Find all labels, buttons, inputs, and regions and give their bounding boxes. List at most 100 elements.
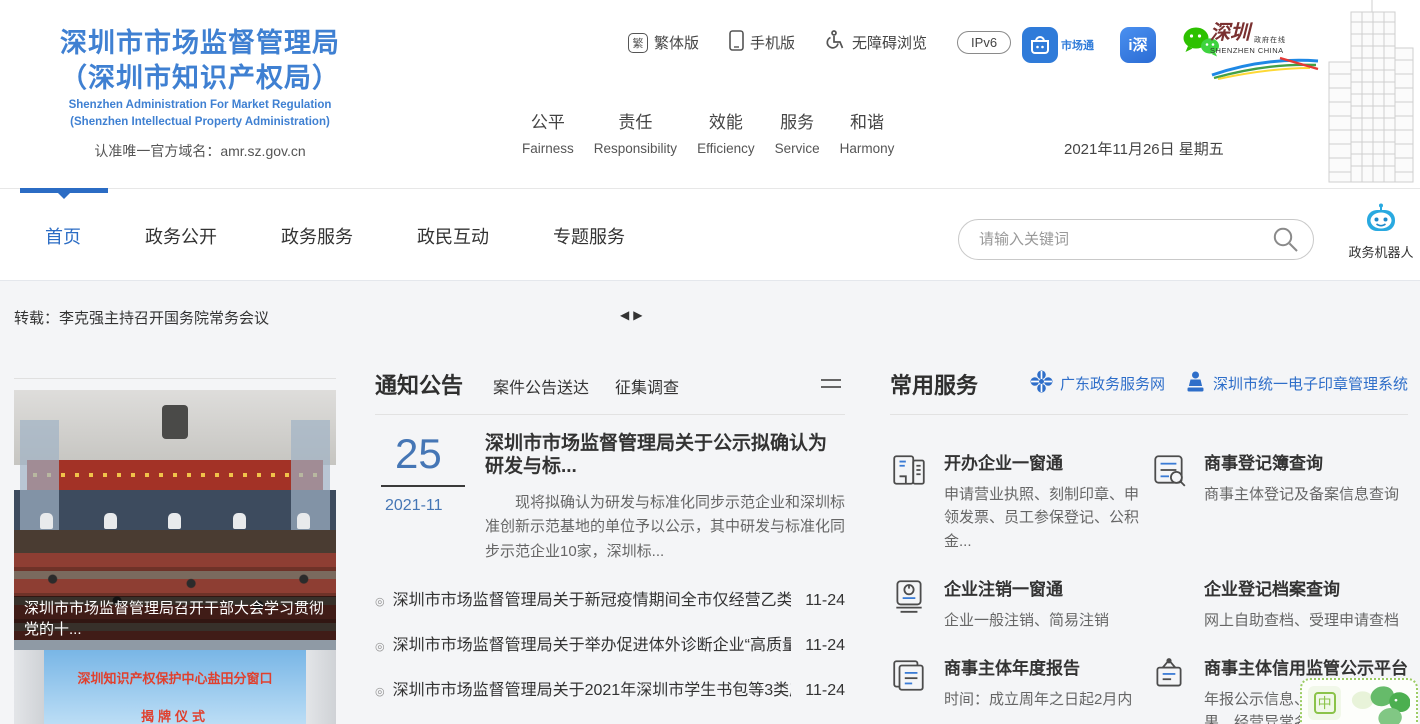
traditional-chinese-label: 繁体版 xyxy=(654,32,699,53)
value-responsibility: 责任Responsibility xyxy=(594,108,677,156)
featured-date-underline xyxy=(381,485,465,487)
mobile-phone-icon xyxy=(729,30,744,55)
search-box xyxy=(958,219,1314,260)
services-section: 常用服务 广东政务服务网 深圳市统一电子印章管理系统 xyxy=(890,368,1408,724)
shenzhen-script-text: 深圳 xyxy=(1210,16,1250,45)
seal-stamp-icon xyxy=(1185,371,1206,397)
service-archive-search[interactable]: 企业登记档案查询 网上自助查档、受理申请查档 xyxy=(1150,575,1408,632)
nav-item-gov-services[interactable]: 政务服务 xyxy=(281,223,353,249)
nav-item-gov-info[interactable]: 政务公开 xyxy=(145,223,217,249)
photo-dais xyxy=(14,530,336,553)
notices-section: 通知公告 案件公告送达 征集调查 25 2021-11 深圳市市场监督管理局关于… xyxy=(375,368,845,724)
main-content: 转载：李克强主持召开国务院常务会议 ◀ ▶ 深圳市市场监督管理局召开干部大会学习… xyxy=(0,281,1420,724)
official-domain-note: 认准唯一官方域名：amr.sz.gov.cn xyxy=(30,141,370,161)
featured-month: 2021-11 xyxy=(381,497,467,515)
photo2-ceiling xyxy=(14,640,336,650)
core-values-row: 公平Fairness 责任Responsibility 效能Efficiency… xyxy=(522,108,894,156)
site-title-zh-1: 深圳市市场监督管理局 xyxy=(30,26,370,61)
photo-speakers xyxy=(40,513,310,529)
services-title: 常用服务 xyxy=(890,368,978,400)
site-title-en-2: (Shenzhen Intellectual Property Administ… xyxy=(30,115,370,129)
value-harmony: 和谐Harmony xyxy=(840,108,895,156)
current-date: 2021年11月26日 星期五 xyxy=(1064,138,1224,159)
shichangtong-app-link[interactable]: 市场通 xyxy=(1022,27,1094,63)
search-icon[interactable] xyxy=(1272,226,1299,253)
value-efficiency: 效能Efficiency xyxy=(697,108,755,156)
gov-online-text: 政府在线 xyxy=(1254,35,1286,45)
ticker-prev-icon[interactable]: ◀ xyxy=(620,308,629,322)
nav-item-special-services[interactable]: 专题服务 xyxy=(553,223,625,249)
featured-day: 25 xyxy=(381,433,467,475)
site-logo[interactable]: 深圳市市场监督管理局 （深圳市知识产权局） Shenzhen Administr… xyxy=(30,26,370,161)
photo-caption: 深圳市市场监督管理局召开干部大会学习贯彻党的十... xyxy=(14,596,336,640)
value-service: 服务Service xyxy=(775,108,820,156)
building-sketch-graphic xyxy=(1315,0,1420,191)
accessibility-link[interactable]: 无障碍浏览 xyxy=(825,30,927,55)
search-input[interactable] xyxy=(979,231,1272,248)
service-open-business[interactable]: 开办企业一窗通 申请营业执照、刻制印章、申领发票、员工参保登记、公积金... xyxy=(890,449,1150,553)
site-title-en-1: Shenzhen Administration For Market Regul… xyxy=(30,98,370,112)
services-divider xyxy=(890,414,1408,415)
notice-list: ◎ 深圳市市场监督管理局关于新冠疫情期间全市仅经营乙类非... 11-24 ◎ … xyxy=(375,586,845,724)
open-business-icon xyxy=(890,451,930,553)
featured-summary: 现将拟确认为研发与标准化同步示范企业和深圳标准创新示范基地的单位予以公示，其中研… xyxy=(485,491,845,565)
active-tab-pointer xyxy=(58,193,70,199)
featured-title[interactable]: 深圳市市场监督管理局关于公示拟确认为研发与标... xyxy=(485,433,845,479)
service-annual-report[interactable]: 商事主体年度报告 时间：成立周年之日起2月内 xyxy=(890,654,1150,724)
nav-item-home[interactable]: 首页 xyxy=(45,223,81,249)
mobile-version-link[interactable]: 手机版 xyxy=(729,30,795,55)
photo-column-divider xyxy=(14,378,336,379)
service-deregistration[interactable]: 企业注销一窗通 企业一般注销、简易注销 xyxy=(890,575,1150,632)
shichangtong-label: 市场通 xyxy=(1061,37,1094,53)
robot-label: 政务机器人 xyxy=(1348,242,1414,261)
photo-projector xyxy=(162,405,188,439)
traditional-chinese-icon: 繁 xyxy=(628,33,648,53)
bullet-icon: ◎ xyxy=(375,685,385,698)
zhong-character: 中 xyxy=(1314,692,1336,714)
nav-item-interaction[interactable]: 政民互动 xyxy=(417,223,489,249)
deregistration-icon xyxy=(890,577,930,632)
site-header: 深圳市市场监督管理局 （深圳市知识产权局） Shenzhen Administr… xyxy=(0,0,1420,188)
photo2-banner-line2: 揭牌仪式 xyxy=(44,706,306,724)
value-fairness: 公平Fairness xyxy=(522,108,574,156)
color-swoosh-graphic xyxy=(1210,55,1322,81)
gov-robot-button[interactable]: 政务机器人 xyxy=(1348,203,1414,261)
eseal-system-link[interactable]: 深圳市统一电子印章管理系统 xyxy=(1185,371,1408,397)
ticker-next-icon[interactable]: ▶ xyxy=(633,308,642,322)
photo-news-secondary[interactable]: 深圳知识产权保护中心盐田分窗口 揭牌仪式 xyxy=(14,640,336,724)
notice-list-item[interactable]: ◎ 深圳市市场监督管理局关于2021年深圳市学生书包等3类产... 11-24 xyxy=(375,676,845,700)
shichangtong-app-icon xyxy=(1022,27,1058,63)
service-registry-search[interactable]: 商事登记簿查询 商事主体登记及备案信息查询 xyxy=(1150,449,1408,553)
notices-more-icon[interactable] xyxy=(821,374,841,393)
wheelchair-icon xyxy=(825,30,846,55)
notices-divider xyxy=(375,414,845,415)
bullet-icon: ◎ xyxy=(375,595,385,608)
page: 深圳市市场监督管理局 （深圳市知识产权局） Shenzhen Administr… xyxy=(0,0,1420,724)
clover-leaves-graphic xyxy=(1347,686,1410,724)
photo2-pillar-right xyxy=(306,650,336,724)
ishenzhen-app-icon[interactable]: i深 xyxy=(1120,27,1156,63)
photo2-pillar-left xyxy=(14,650,44,724)
zhong-badge: 中 xyxy=(1308,686,1341,720)
news-ticker[interactable]: 转载：李克强主持召开国务院常务会议 xyxy=(14,307,269,328)
ticker-controls: ◀ ▶ xyxy=(620,308,642,322)
main-nav: 首页 政务公开 政务服务 政民互动 专题服务 政务机器人 xyxy=(0,188,1420,281)
photo-news-column: 深圳市市场监督管理局召开干部大会学习贯彻党的十... 深圳知识产权保护中心盐田分… xyxy=(14,378,336,724)
notice-list-item[interactable]: ◎ 深圳市市场监督管理局关于举办促进体外诊断企业“高质量... 11-24 xyxy=(375,631,845,655)
tab-surveys[interactable]: 征集调查 xyxy=(615,374,679,398)
photo-news-main[interactable]: 深圳市市场监督管理局召开干部大会学习贯彻党的十... xyxy=(14,390,336,640)
traditional-chinese-link[interactable]: 繁 繁体版 xyxy=(628,32,699,53)
photo2-banner-line1: 深圳知识产权保护中心盐田分窗口 xyxy=(44,668,306,687)
annual-report-icon xyxy=(890,656,930,724)
guangdong-gov-portal-link[interactable]: 广东政务服务网 xyxy=(1030,370,1165,397)
green-float-widget[interactable]: 中 xyxy=(1300,678,1418,724)
registry-search-icon xyxy=(1150,451,1190,553)
photo-red-banner xyxy=(27,460,323,490)
featured-date-block: 25 2021-11 xyxy=(375,433,467,565)
shenzhen-china-text: SHENZHEN CHINA xyxy=(1210,46,1328,55)
notice-list-item[interactable]: ◎ 深圳市市场监督管理局关于新冠疫情期间全市仅经营乙类非... 11-24 xyxy=(375,586,845,610)
tab-case-announcements[interactable]: 案件公告送达 xyxy=(493,374,589,398)
ipv6-badge[interactable]: IPv6 xyxy=(957,31,1011,54)
featured-notice[interactable]: 25 2021-11 深圳市市场监督管理局关于公示拟确认为研发与标... 现将拟… xyxy=(375,433,845,565)
shenzhen-gov-logo[interactable]: 深圳 政府在线 SHENZHEN CHINA xyxy=(1210,16,1328,86)
